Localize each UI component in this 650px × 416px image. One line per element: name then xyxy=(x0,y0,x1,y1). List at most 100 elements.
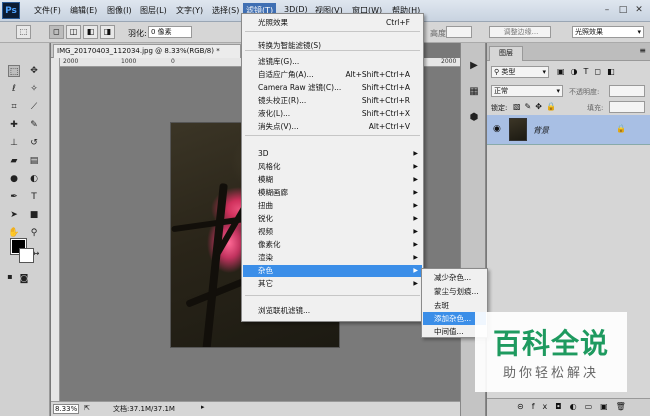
menu-item-distort[interactable]: 扭曲 ▶ xyxy=(243,200,422,212)
menu-item-other[interactable]: 其它 ▶ xyxy=(243,278,422,290)
menu-type[interactable]: 文字(Y) xyxy=(176,5,203,16)
gradient-tool-icon[interactable]: ▤ xyxy=(28,155,40,167)
menu-item-blur[interactable]: 模糊 ▶ xyxy=(243,174,422,186)
eyedropper-tool-icon[interactable]: ⟋ xyxy=(28,101,40,113)
menu-item-label: 锐化 xyxy=(258,214,273,223)
lock-icons[interactable]: ▧✎✥🔒 xyxy=(513,102,560,111)
menu-item-vanishing-point[interactable]: 消失点(V)... Alt+Ctrl+V xyxy=(243,121,422,133)
maximize-icon[interactable]: □ xyxy=(616,4,630,16)
menu-item-label: 自适应广角(A)... xyxy=(258,70,314,79)
magic-wand-tool-icon[interactable]: ✧ xyxy=(28,83,40,95)
status-arrow-icon[interactable]: ▸ xyxy=(201,403,205,411)
subtract-selection-icon[interactable]: ◧ xyxy=(83,25,98,39)
menu-item-label: 像素化 xyxy=(258,240,281,249)
submenu-item-dust-scratches[interactable]: 蒙尘与划痕... xyxy=(423,285,486,298)
adjustments-icon[interactable]: ▦ xyxy=(465,83,483,101)
clone-stamp-tool-icon[interactable]: ⊥ xyxy=(8,137,20,149)
workspace-select[interactable]: 光照效果 ▾ xyxy=(572,26,644,38)
menu-separator xyxy=(245,295,420,296)
hand-tool-icon[interactable]: ✋ xyxy=(8,227,20,239)
menu-item-browse-online-filters[interactable]: 浏览联机滤镜... xyxy=(243,305,422,317)
panel-menu-icon[interactable]: ≡ xyxy=(639,46,646,55)
menu-item-lens-correction[interactable]: 镜头校正(R)... Shift+Ctrl+R xyxy=(243,95,422,107)
move-tool-icon[interactable]: ✥ xyxy=(28,65,40,77)
menu-edit[interactable]: 编辑(E) xyxy=(70,5,97,16)
default-colors-icon[interactable]: ▪ xyxy=(4,271,16,283)
path-selection-tool-icon[interactable]: ➤ xyxy=(8,209,20,221)
submenu-arrow-icon: ▶ xyxy=(413,280,418,287)
new-selection-icon[interactable]: ◻ xyxy=(49,25,64,39)
play-icon[interactable]: ▶ xyxy=(465,57,483,75)
close-icon[interactable]: ✕ xyxy=(632,4,646,16)
healing-brush-tool-icon[interactable]: ✚ xyxy=(8,119,20,131)
layer-filter-icons[interactable]: ▣◑T◻◧ xyxy=(557,67,621,76)
brush-tool-icon[interactable]: ✎ xyxy=(28,119,40,131)
submenu-arrow-icon: ▶ xyxy=(413,241,418,248)
3d-cube-icon[interactable]: ⬢ xyxy=(465,109,483,127)
menu-item-blur-gallery[interactable]: 模糊画廊 ▶ xyxy=(243,187,422,199)
window-controls: – □ ✕ xyxy=(598,4,646,16)
zoom-input[interactable]: 8.33% xyxy=(53,404,79,414)
menu-item-last-filter[interactable]: 光照效果 Ctrl+F xyxy=(243,17,422,29)
tab-layers[interactable]: 图层 xyxy=(489,46,523,61)
feather-input[interactable]: 0 像素 xyxy=(148,26,192,38)
rectangle-tool-icon[interactable]: ■ xyxy=(28,209,40,221)
intersect-selection-icon[interactable]: ◨ xyxy=(100,25,115,39)
menu-item-sharpen[interactable]: 锐化 ▶ xyxy=(243,213,422,225)
minimize-icon[interactable]: – xyxy=(600,4,614,16)
blur-tool-icon[interactable]: ● xyxy=(8,173,20,185)
menu-layer[interactable]: 图层(L) xyxy=(140,5,167,16)
menu-item-3d[interactable]: 3D ▶ xyxy=(243,148,422,160)
lasso-tool-icon[interactable]: ℓ xyxy=(8,83,20,95)
menu-item-stylize[interactable]: 风格化 ▶ xyxy=(243,161,422,173)
menu-item-adaptive-wide-angle[interactable]: 自适应广角(A)... Alt+Shift+Ctrl+A xyxy=(243,69,422,81)
blend-mode-select[interactable]: 正常 ▾ xyxy=(491,85,563,97)
menu-item-convert-smart-filter[interactable]: 转换为智能滤镜(S) xyxy=(243,40,422,52)
crop-tool-icon[interactable]: ⌗ xyxy=(8,101,20,113)
zoom-tool-icon[interactable]: ⚲ xyxy=(28,227,40,239)
eraser-tool-icon[interactable]: ▰ xyxy=(8,155,20,167)
menu-item-video[interactable]: 视频 ▶ xyxy=(243,226,422,238)
menu-item-render[interactable]: 渲染 ▶ xyxy=(243,252,422,264)
adjust-edge-button[interactable]: 调整边缘... xyxy=(489,26,551,38)
quick-mask-icon[interactable]: ◙ xyxy=(18,273,30,285)
visibility-eye-icon[interactable]: ◉ xyxy=(493,124,501,134)
submenu-arrow-icon: ▶ xyxy=(413,202,418,209)
menu-item-noise[interactable]: 杂色 ▶ xyxy=(243,265,422,277)
marquee-preset-icon[interactable]: ⬚ xyxy=(16,25,31,39)
layer-action-icons[interactable]: ⊝fx◘◐▭▣🗑 xyxy=(517,402,634,411)
height-input[interactable] xyxy=(446,26,472,38)
menu-select[interactable]: 选择(S) xyxy=(212,5,239,16)
submenu-item-despeckle[interactable]: 去斑 xyxy=(423,299,486,312)
type-tool-icon[interactable]: T xyxy=(28,191,40,203)
lock-icon: 🔒 xyxy=(616,124,626,133)
watermark-subtitle: 助你轻松解决 xyxy=(502,366,599,381)
dodge-tool-icon[interactable]: ◐ xyxy=(28,173,40,185)
layer-name[interactable]: 背景 xyxy=(533,125,549,136)
menu-item-filter-gallery[interactable]: 滤镜库(G)... xyxy=(243,56,422,68)
photoshop-logo: Ps xyxy=(2,2,20,19)
background-color-swatch[interactable] xyxy=(19,248,34,263)
menu-image[interactable]: 图像(I) xyxy=(107,5,132,16)
rectangular-marquee-tool-icon[interactable]: ⬚ xyxy=(8,65,20,77)
menu-item-label: 其它 xyxy=(258,279,273,288)
menu-item-label: 光照效果 xyxy=(258,18,288,27)
lock-label: 锁定: xyxy=(491,104,508,112)
fill-input[interactable] xyxy=(609,101,645,113)
menu-item-pixelate[interactable]: 像素化 ▶ xyxy=(243,239,422,251)
add-selection-icon[interactable]: ◫ xyxy=(66,25,81,39)
menu-item-liquify[interactable]: 液化(L)... Shift+Ctrl+X xyxy=(243,108,422,120)
chevron-down-icon: ▾ xyxy=(542,68,546,76)
submenu-arrow-icon: ▶ xyxy=(413,215,418,222)
document-tab[interactable]: IMG_20170403_112034.jpg @ 8.33%(RGB/8) * xyxy=(53,44,241,58)
layer-kind-filter[interactable]: ⚲ 类型 ▾ xyxy=(491,66,549,78)
status-share-icon[interactable]: ⇱ xyxy=(84,404,90,412)
menu-item-label: 视频 xyxy=(258,227,273,236)
opacity-input[interactable] xyxy=(609,85,645,97)
layer-row-background[interactable]: ◉ 背景 🔒 xyxy=(487,115,650,145)
pen-tool-icon[interactable]: ✒ xyxy=(8,191,20,203)
menu-item-camera-raw-filter[interactable]: Camera Raw 滤镜(C)... Shift+Ctrl+A xyxy=(243,82,422,94)
submenu-item-reduce-noise[interactable]: 减少杂色... xyxy=(423,271,486,284)
menu-file[interactable]: 文件(F) xyxy=(34,5,61,16)
history-brush-tool-icon[interactable]: ↺ xyxy=(28,137,40,149)
